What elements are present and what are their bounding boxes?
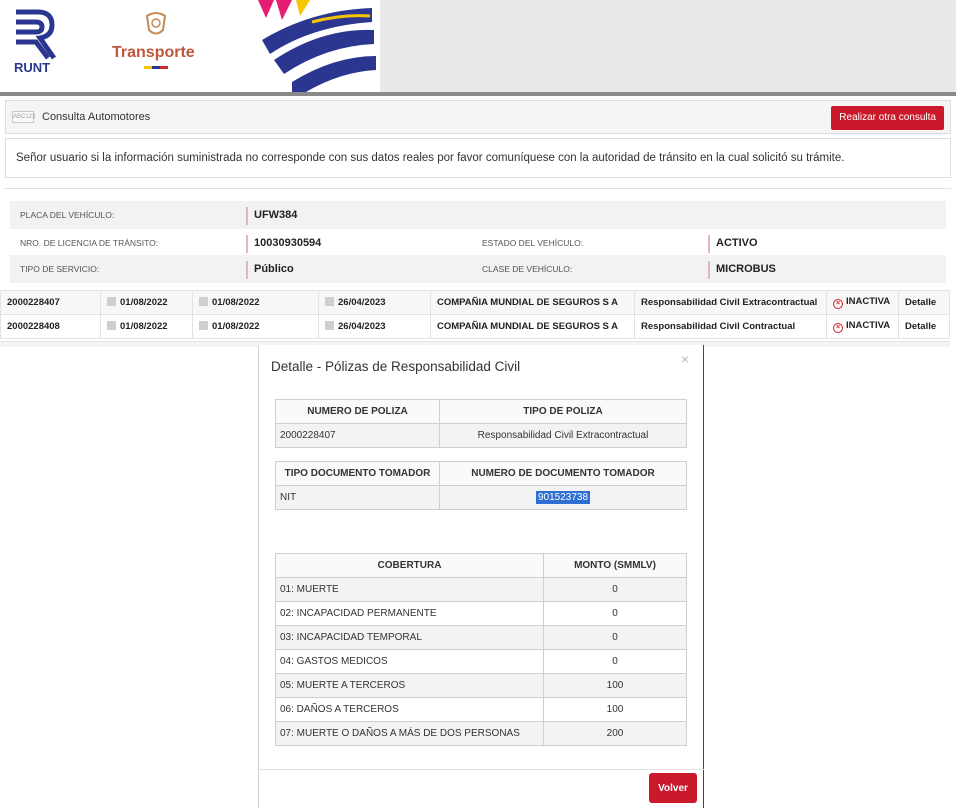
estado-value: ACTIVO: [708, 235, 758, 253]
calendar-icon: [325, 297, 334, 306]
app-header: RUNT Transporte: [0, 0, 956, 96]
decorative-wave-graphic: [258, 0, 376, 92]
calendar-icon: [107, 321, 116, 330]
cobertura-monto: 0: [543, 649, 687, 674]
header-tipo-poliza: TIPO DE POLIZA: [439, 399, 687, 424]
calendar-icon: [199, 297, 208, 306]
cobertura-monto: 200: [543, 721, 687, 746]
table-row: 01: MUERTE 0: [275, 577, 687, 602]
header-banner-background: [380, 0, 956, 94]
table-row: 02: INCAPACIDAD PERMANENTE 0: [275, 601, 687, 626]
calendar-icon: [107, 297, 116, 306]
notice-panel: Señor usuario si la información suminist…: [5, 138, 951, 178]
status-badge: INACTIVA: [846, 320, 891, 331]
inactive-icon: ×: [833, 323, 843, 333]
aseguradora: COMPAÑIA MUNDIAL DE SEGUROS S A: [430, 290, 635, 315]
table-row: 04: GASTOS MEDICOS 0: [275, 649, 687, 674]
header-numero-poliza: NUMERO DE POLIZA: [275, 399, 440, 424]
vehicle-row-servicio: TIPO DE SERVICIO: Público CLASE DE VEHÍC…: [10, 255, 946, 283]
plate-icon: ABC123: [12, 111, 35, 123]
tomador-table: TIPO DOCUMENTO TOMADOR NUMERO DE DOCUMEN…: [275, 461, 687, 510]
cobertura-table: COBERTURA MONTO (SMMLV) 01: MUERTE 0 02:…: [275, 553, 687, 746]
calendar-icon: [325, 321, 334, 330]
cobertura-monto: 0: [543, 577, 687, 602]
vehicle-info-panel: PLACA DEL VEHÍCULO: UFW384 NRO. DE LICEN…: [5, 188, 951, 284]
clase-label: CLASE DE VEHÍCULO:: [482, 264, 573, 274]
tipo-poliza-value: Responsabilidad Civil Extracontractual: [439, 423, 687, 448]
modal-title: Detalle - Pólizas de Responsabilidad Civ…: [271, 359, 521, 374]
table-row: 07: MUERTE O DAÑOS A MÁS DE DOS PERSONAS…: [275, 721, 687, 746]
detalle-link[interactable]: Detalle: [898, 290, 950, 315]
aseguradora: COMPAÑIA MUNDIAL DE SEGUROS S A: [430, 314, 635, 339]
numero-documento-value[interactable]: 901523738: [535, 491, 591, 504]
tipo-documento-value: NIT: [275, 485, 440, 510]
calendar-icon: [199, 321, 208, 330]
fecha-expedicion: 01/08/2022: [120, 321, 168, 332]
servicio-label: TIPO DE SERVICIO:: [20, 264, 100, 274]
placa-value: UFW384: [246, 207, 297, 225]
header-divider: [0, 92, 956, 96]
detalle-modal: Detalle - Pólizas de Responsabilidad Civ…: [258, 345, 705, 808]
poliza-number: 2000228408: [0, 314, 101, 339]
servicio-value: Público: [246, 261, 294, 279]
modal-footer-divider: [259, 769, 705, 770]
cobertura-name: 01: MUERTE: [275, 577, 544, 602]
notice-text: Señor usuario si la información suminist…: [16, 152, 845, 164]
fecha-fin: 26/04/2023: [338, 321, 386, 332]
numero-poliza-value: 2000228407: [275, 423, 440, 448]
table-row: 03: INCAPACIDAD TEMPORAL 0: [275, 625, 687, 650]
header-tipo-documento: TIPO DOCUMENTO TOMADOR: [275, 461, 440, 486]
estado-label: ESTADO DEL VEHÍCULO:: [482, 238, 584, 248]
page-title: Consulta Automotores: [42, 111, 151, 123]
inactive-icon: ×: [833, 299, 843, 309]
cobertura-name: 07: MUERTE O DAÑOS A MÁS DE DOS PERSONAS: [275, 721, 544, 746]
transporte-label: Transporte: [112, 44, 195, 61]
new-query-button[interactable]: Realizar otra consulta: [831, 106, 944, 130]
cobertura-monto: 100: [543, 697, 687, 722]
table-row: 05: MUERTE A TERCEROS 100: [275, 673, 687, 698]
cobertura-name: 02: INCAPACIDAD PERMANENTE: [275, 601, 544, 626]
fecha-expedicion: 01/08/2022: [120, 297, 168, 308]
close-icon[interactable]: ×: [681, 351, 689, 367]
fecha-inicio: 01/08/2022: [212, 297, 260, 308]
cobertura-monto: 100: [543, 673, 687, 698]
consulta-bar: ABC123 Consulta Automotores Realizar otr…: [5, 100, 951, 134]
poliza-number: 2000228407: [0, 290, 101, 315]
cobertura-monto: 0: [543, 601, 687, 626]
licencia-value: 10030930594: [246, 235, 321, 253]
detalle-link[interactable]: Detalle: [898, 314, 950, 339]
table-row: NIT 901523738: [275, 485, 687, 510]
fecha-fin: 26/04/2023: [338, 297, 386, 308]
coat-of-arms-icon: [145, 12, 167, 35]
volver-button[interactable]: Volver: [649, 773, 697, 803]
table-row: 2000228408 01/08/2022 01/08/2022 26/04/2…: [0, 314, 950, 339]
cobertura-monto: 0: [543, 625, 687, 650]
cobertura-name: 04: GASTOS MEDICOS: [275, 649, 544, 674]
header-numero-documento: NUMERO DE DOCUMENTO TOMADOR: [439, 461, 687, 486]
poliza-info-table: NUMERO DE POLIZA TIPO DE POLIZA 20002284…: [275, 399, 687, 448]
status-badge: INACTIVA: [846, 296, 891, 307]
cobertura-name: 03: INCAPACIDAD TEMPORAL: [275, 625, 544, 650]
cobertura-name: 06: DAÑOS A TERCEROS: [275, 697, 544, 722]
colombia-flag-line: [144, 66, 168, 69]
header-monto: MONTO (SMMLV): [543, 553, 687, 578]
tipo-poliza: Responsabilidad Civil Contractual: [634, 314, 827, 339]
vehicle-row-placa: PLACA DEL VEHÍCULO: UFW384: [10, 201, 946, 229]
header-cobertura: COBERTURA: [275, 553, 544, 578]
polizas-table: 2000228407 01/08/2022 01/08/2022 26/04/2…: [0, 290, 950, 339]
clase-value: MICROBUS: [708, 261, 776, 279]
cobertura-name: 05: MUERTE A TERCEROS: [275, 673, 544, 698]
table-row: 2000228407 Responsabilidad Civil Extraco…: [275, 423, 687, 448]
licencia-label: NRO. DE LICENCIA DE TRÁNSITO:: [20, 238, 159, 248]
table-row: 2000228407 01/08/2022 01/08/2022 26/04/2…: [0, 290, 950, 315]
runt-label: RUNT: [14, 60, 51, 75]
placa-label: PLACA DEL VEHÍCULO:: [20, 210, 115, 220]
vehicle-row-licencia: NRO. DE LICENCIA DE TRÁNSITO: 1003093059…: [10, 229, 946, 257]
table-row: 06: DAÑOS A TERCEROS 100: [275, 697, 687, 722]
fecha-inicio: 01/08/2022: [212, 321, 260, 332]
tipo-poliza: Responsabilidad Civil Extracontractual: [634, 290, 827, 315]
